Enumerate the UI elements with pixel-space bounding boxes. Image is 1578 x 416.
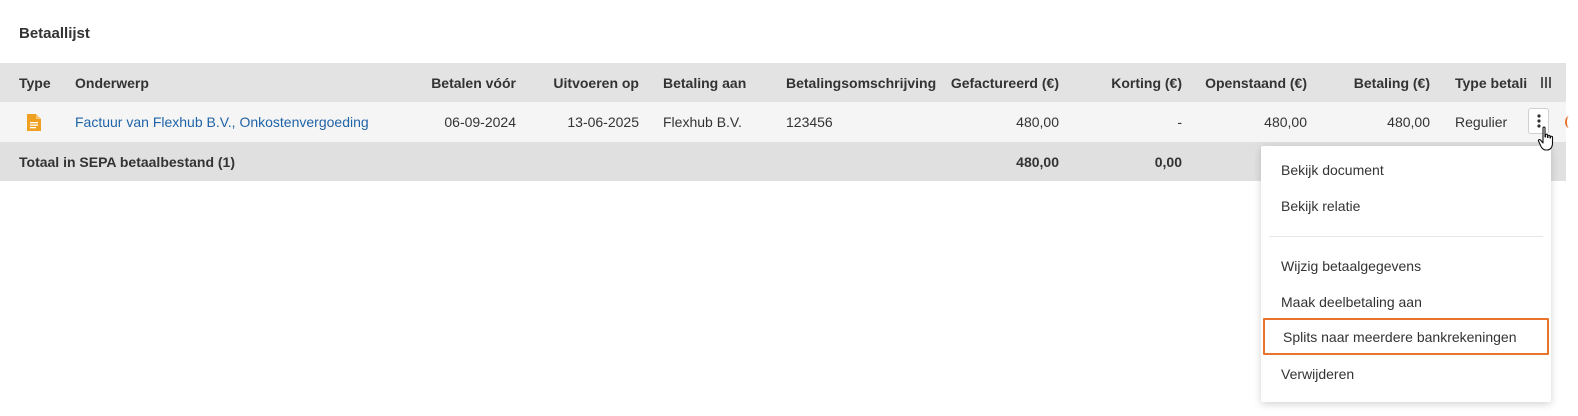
invoice-subject-link[interactable]: Factuur van Flexhub B.V., Onkostenvergoe… [75,102,385,142]
column-header-betaling[interactable]: Betaling (€) [1320,63,1430,102]
cell-betalen-voor: 06-09-2024 [444,114,516,130]
column-header-openstaand[interactable]: Openstaand (€) [1190,63,1307,102]
cell-betalingsomschrijving[interactable]: 123456 [786,102,936,142]
menu-item-bekijk-document[interactable]: Bekijk document [1261,152,1551,188]
document-icon [19,102,49,142]
column-header-korting[interactable]: Korting (€) [1070,63,1182,102]
column-header-type-betaling[interactable]: Type betali [1455,63,1527,102]
cell-openstaand: 480,00 [1264,114,1307,130]
scroll-edge-indicator [1565,116,1573,128]
page-title: Betaallijst [19,25,90,42]
menu-item-wijzig-betaalgegevens[interactable]: Wijzig betaalgegevens [1261,248,1551,284]
table-row[interactable]: Factuur van Flexhub B.V., Onkostenvergoe… [0,102,1566,142]
total-korting: 0,00 [1154,153,1182,170]
menu-item-verwijderen[interactable]: Verwijderen [1261,356,1551,392]
column-header-type[interactable]: Type [19,63,69,102]
column-header-betalingsomschrijving[interactable]: Betalingsomschrijving [786,63,936,102]
column-header-betaling-aan[interactable]: Betaling aan [663,63,773,102]
column-header-gefactureerd[interactable]: Gefactureerd (€) [940,63,1059,102]
hand-cursor-icon [1537,126,1554,151]
menu-item-splits-bankrekeningen[interactable]: Splits naar meerdere bankrekeningen [1263,318,1549,355]
column-header-onderwerp[interactable]: Onderwerp [75,63,375,102]
cell-uitvoeren-op[interactable]: 13-06-2025 [525,102,639,142]
column-header-betalen-voor[interactable]: Betalen vóór [400,63,516,102]
cell-type-betaling: Regulier [1455,114,1508,130]
row-context-menu: Bekijk document Bekijk relatie Wijzig be… [1261,146,1551,402]
cell-betaling-aan: Flexhub B.V. [663,114,742,130]
cell-korting: - [1177,114,1182,130]
total-label: Totaal in SEPA betaalbestand (1) [19,153,236,170]
menu-item-maak-deelbetaling[interactable]: Maak deelbetaling aan [1261,284,1551,320]
menu-item-bekijk-relatie[interactable]: Bekijk relatie [1261,188,1551,224]
menu-divider [1269,236,1543,237]
cell-betaling[interactable]: 480,00 [1320,102,1430,142]
cell-gefactureerd: 480,00 [1016,114,1059,130]
table-header-row: Type Onderwerp Betalen vóór Uitvoeren op… [0,63,1566,102]
total-gefactureerd: 480,00 [1016,153,1059,170]
column-settings-icon[interactable] [1541,63,1555,102]
column-header-uitvoeren-op[interactable]: Uitvoeren op [525,63,639,102]
